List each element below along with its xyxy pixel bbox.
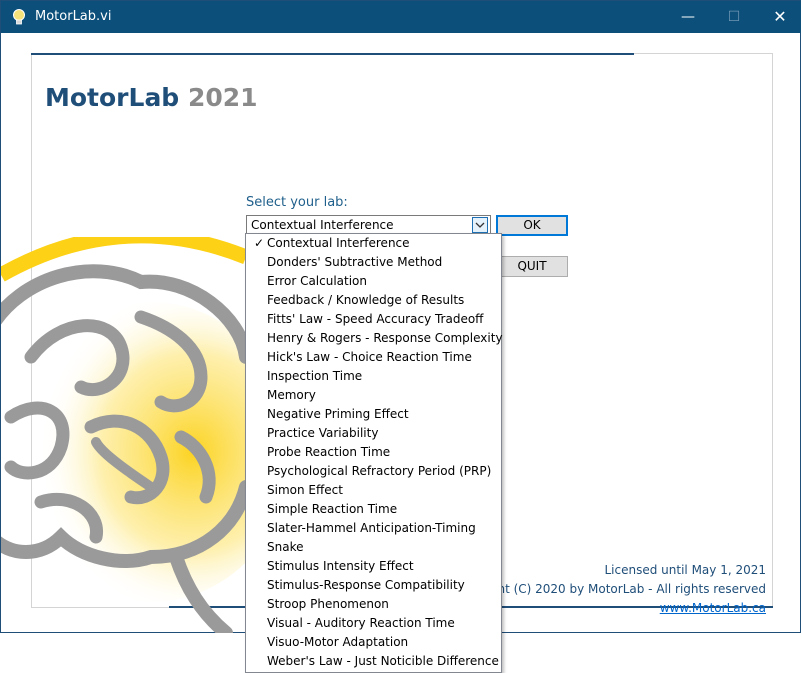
dropdown-item[interactable]: ✓ Contextual Interference (246, 234, 501, 253)
close-button[interactable]: ✕ (757, 1, 802, 33)
license-info: Licensed until May 1, 2021 opyright (C) … (460, 561, 766, 618)
select-lab-label: Select your lab: (246, 195, 348, 210)
dropdown-item[interactable]: Weber's Law - Just Noticible Difference (246, 652, 501, 671)
dropdown-item[interactable]: Visuo-Motor Adaptation (246, 633, 501, 652)
dropdown-item[interactable]: Donders' Subtractive Method (246, 253, 501, 272)
window-title: MotorLab.vi (35, 9, 112, 24)
minimize-button[interactable]: — (665, 1, 711, 33)
lab-select-value: Contextual Interference (251, 218, 394, 232)
lab-dropdown-list[interactable]: ✓ Contextual Interference Donders' Subtra… (245, 233, 503, 673)
dropdown-item[interactable]: Stimulus-Response Compatibility (246, 576, 501, 595)
quit-button[interactable]: QUIT (496, 256, 568, 277)
brand-year: 2021 (187, 83, 258, 112)
dropdown-item[interactable]: Henry & Rogers - Response Complexity (246, 329, 503, 348)
dropdown-item[interactable]: Psychological Refractory Period (PRP) (246, 462, 501, 481)
license-text: Licensed until May 1, 2021 (604, 563, 767, 577)
dropdown-item[interactable]: Stimulus Intensity Effect (246, 557, 501, 576)
dropdown-item[interactable]: Feedback / Knowledge of Results (246, 291, 501, 310)
dropdown-item[interactable]: Simon Effect (246, 481, 501, 500)
dropdown-item[interactable]: Simple Reaction Time (246, 500, 501, 519)
lightbulb-icon (13, 9, 25, 25)
dropdown-item[interactable]: Snake (246, 538, 501, 557)
brain-illustration (1, 237, 246, 633)
checkmark-icon: ✓ (254, 236, 265, 250)
maximize-button[interactable]: ☐ (711, 1, 757, 33)
chevron-down-icon[interactable] (472, 217, 488, 233)
dropdown-item[interactable]: Probe Reaction Time (246, 443, 501, 462)
copyright-text: opyright (C) 2020 by MotorLab - All righ… (459, 582, 766, 596)
dropdown-item[interactable]: Stroop Phenomenon (246, 595, 501, 614)
dropdown-item[interactable]: Inspection Time (246, 367, 501, 386)
dropdown-item[interactable]: Practice Variability (246, 424, 501, 443)
ok-button[interactable]: OK (496, 215, 568, 236)
dropdown-item[interactable]: Memory (246, 386, 501, 405)
dropdown-item[interactable]: Fitts' Law - Speed Accuracy Tradeoff (246, 310, 501, 329)
dropdown-item[interactable]: Hick's Law - Choice Reaction Time (246, 348, 501, 367)
title-bar: MotorLab.vi — ☐ ✕ (1, 1, 801, 33)
dropdown-item[interactable]: Slater-Hammel Anticipation-Timing (246, 519, 501, 538)
lab-select-combobox[interactable]: Contextual Interference (246, 215, 491, 235)
app-logo-title: MotorLab 2021 (45, 83, 258, 112)
dropdown-item[interactable]: Error Calculation (246, 272, 501, 291)
top-rule (31, 53, 634, 55)
dropdown-item[interactable]: Negative Priming Effect (246, 405, 501, 424)
dropdown-item[interactable]: Visual - Auditory Reaction Time (246, 614, 501, 633)
brand-name: MotorLab (45, 83, 180, 112)
website-link[interactable]: www.MotorLab.ca (460, 599, 766, 618)
